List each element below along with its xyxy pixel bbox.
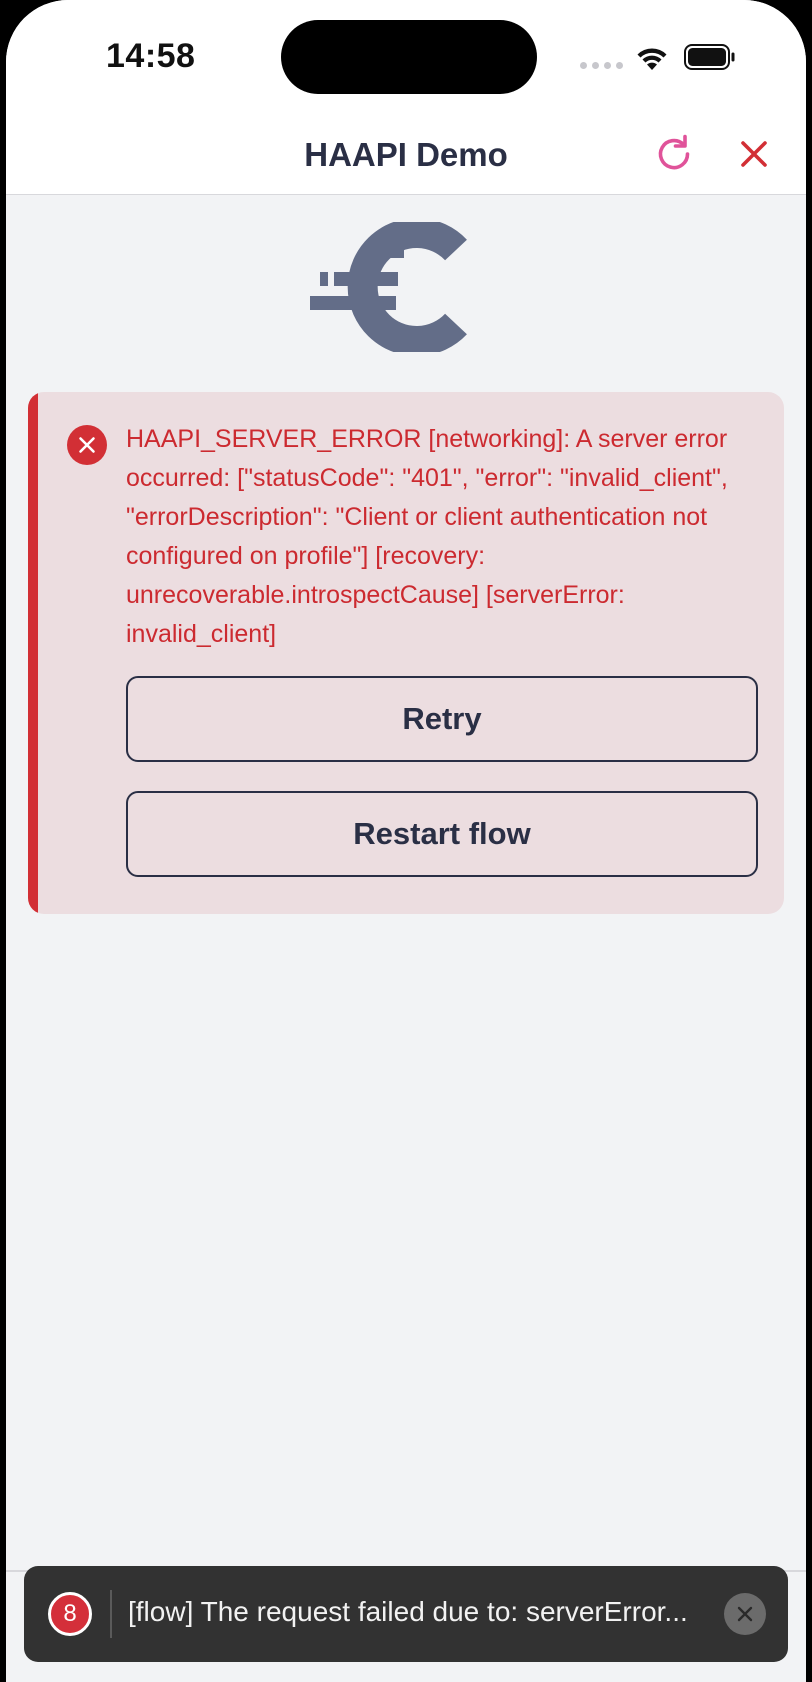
dynamic-island	[281, 20, 537, 94]
toast-message: [flow] The request failed due to: server…	[128, 1596, 688, 1627]
cellular-signal-icon	[580, 62, 623, 69]
battery-icon	[684, 44, 735, 70]
error-circle-icon	[67, 425, 107, 465]
status-bar: 14:58	[6, 0, 806, 110]
curity-logo	[310, 222, 467, 352]
refresh-icon[interactable]	[652, 132, 696, 176]
error-alert: HAAPI_SERVER_ERROR [networking]: A serve…	[28, 392, 784, 914]
navigation-bar: HAAPI Demo	[6, 110, 806, 195]
dismiss-icon[interactable]	[724, 1593, 766, 1635]
restart-flow-button[interactable]: Restart flow	[126, 791, 758, 877]
close-icon[interactable]	[734, 134, 774, 174]
wifi-icon	[637, 48, 667, 70]
retry-button[interactable]: Retry	[126, 676, 758, 762]
app-screen: 14:58 HAAPI Demo HAAPI_SERVER_ERROR [net…	[6, 0, 806, 1682]
log-toast[interactable]: 8 [flow] The request failed due to: serv…	[24, 1566, 788, 1662]
dismiss-x-glyph	[737, 1606, 753, 1622]
toast-divider	[110, 1590, 112, 1638]
status-time: 14:58	[106, 37, 196, 75]
log-count-badge: 8	[48, 1592, 92, 1636]
error-message: HAAPI_SERVER_ERROR [networking]: A serve…	[126, 425, 728, 648]
